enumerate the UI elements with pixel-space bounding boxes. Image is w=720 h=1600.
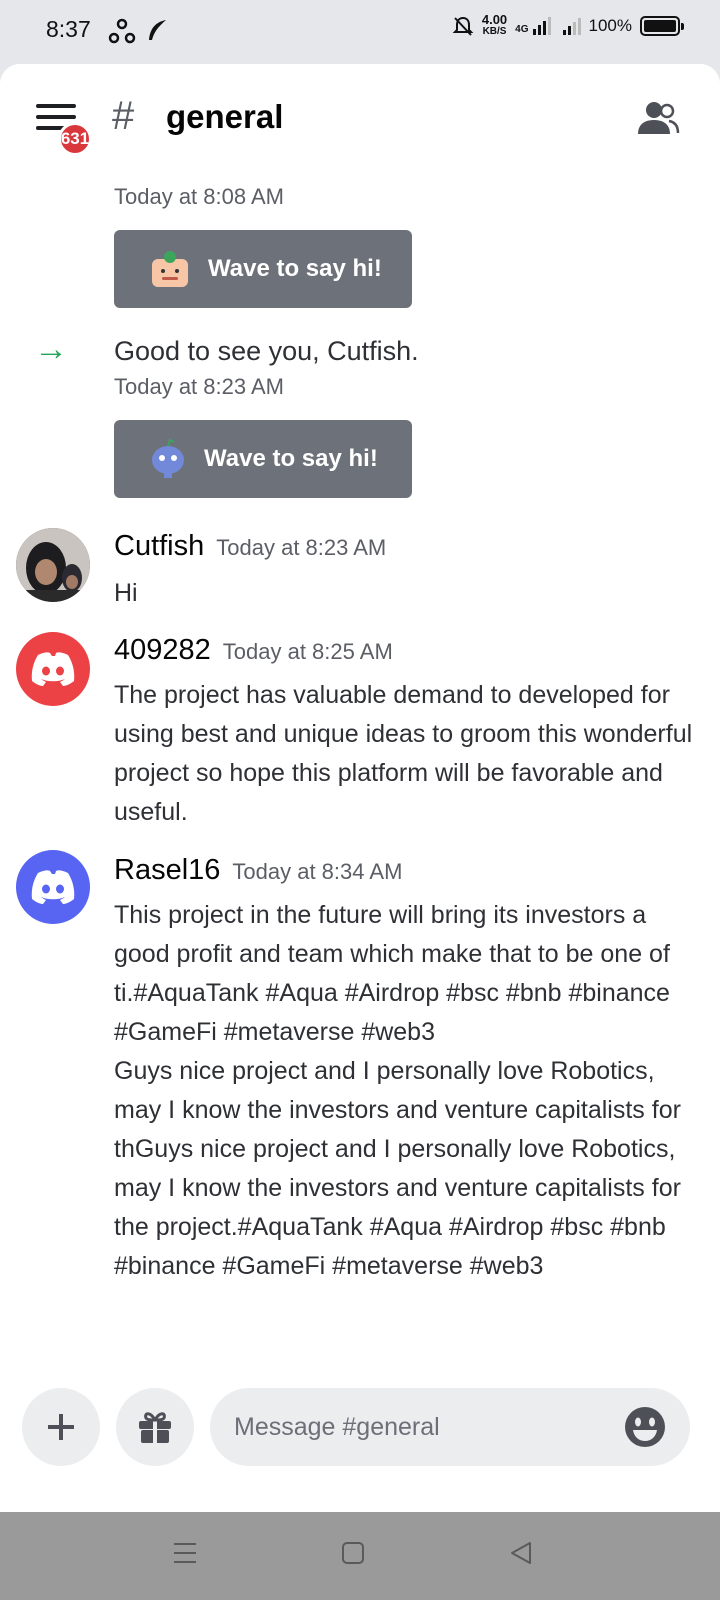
message-header: Cutfish Today at 8:23 AM <box>114 530 386 563</box>
message-content: This project in the future will bring it… <box>114 901 681 1280</box>
channel-hash-icon: # <box>112 94 135 138</box>
wave-button[interactable]: Wave to say hi! <box>114 420 412 498</box>
message-list[interactable]: Today at 8:08 AM Wave to say hi! → Good … <box>0 164 720 1392</box>
emoji-icon[interactable] <box>624 1406 666 1448</box>
net-speed: 4.00 KB/S <box>481 12 508 38</box>
message-input-placeholder: Message #general <box>234 1412 440 1441</box>
discord-logo-icon <box>31 870 75 904</box>
avatar[interactable] <box>16 632 90 706</box>
battery-percent: 100% <box>588 16 632 35</box>
wave-button-label: Wave to say hi! <box>204 445 378 472</box>
battery-icon <box>640 16 684 36</box>
message-content: Hi <box>114 579 138 607</box>
system-navigation-bar <box>0 1512 720 1600</box>
wave-sticker-icon <box>152 251 188 287</box>
avatar[interactable] <box>16 528 90 602</box>
author-name[interactable]: Cutfish <box>114 530 204 563</box>
wave-button-label: Wave to say hi! <box>208 255 382 282</box>
add-attachment-button[interactable] <box>22 1388 100 1466</box>
net-speed-unit: KB/S <box>482 26 507 37</box>
mute-bell-icon <box>452 16 474 36</box>
home-icon[interactable] <box>340 1540 366 1566</box>
message-header: 409282 Today at 8:25 AM <box>114 634 393 667</box>
app-window: 631 # general Today at 8:08 AM Wave to s… <box>0 64 720 1512</box>
gift-button[interactable] <box>116 1388 194 1466</box>
status-bar: 8:37 4.00 KB/S 4G 100% <box>0 0 720 64</box>
plus-icon <box>48 1414 74 1440</box>
status-time: 8:37 <box>46 16 91 42</box>
avatar[interactable] <box>16 850 90 924</box>
status-right: 4.00 KB/S 4G 100% <box>452 12 684 38</box>
author-name[interactable]: 409282 <box>114 634 211 667</box>
message-timestamp: Today at 8:08 AM <box>114 184 284 209</box>
net-speed-value: 4.00 <box>481 12 508 27</box>
user-photo-icon <box>16 528 90 602</box>
back-icon[interactable] <box>508 1540 534 1566</box>
message-timestamp: Today at 8:25 AM <box>222 639 393 664</box>
unread-badge: 631 <box>58 122 92 156</box>
channel-header: 631 # general <box>0 64 720 164</box>
discord-logo-icon <box>31 652 75 686</box>
arrow-right-icon: → <box>34 330 68 368</box>
channel-title[interactable]: general <box>166 98 283 136</box>
author-name[interactable]: Rasel16 <box>114 854 220 887</box>
message-timestamp: Today at 8:23 AM <box>114 374 284 399</box>
message-content: The project has valuable demand to devel… <box>114 681 693 826</box>
sync-icon <box>108 18 136 44</box>
signal-4g: 4G <box>515 17 551 35</box>
message-composer: Message #general <box>0 1386 720 1486</box>
message-timestamp: Today at 8:23 AM <box>216 535 387 560</box>
message-input[interactable]: Message #general <box>210 1388 690 1466</box>
wumpus-sticker-icon <box>152 438 184 478</box>
message-header: Rasel16 Today at 8:34 AM <box>114 854 402 887</box>
gift-icon <box>139 1412 171 1443</box>
network-type: 4G <box>515 24 529 35</box>
signal-icon <box>562 17 581 35</box>
wave-button[interactable]: Wave to say hi! <box>114 230 412 308</box>
message-timestamp: Today at 8:34 AM <box>232 859 403 884</box>
members-icon[interactable] <box>636 100 680 136</box>
welcome-message: Good to see you, Cutfish. <box>114 336 419 366</box>
feather-icon <box>149 20 166 40</box>
recent-apps-icon[interactable] <box>172 1540 198 1566</box>
